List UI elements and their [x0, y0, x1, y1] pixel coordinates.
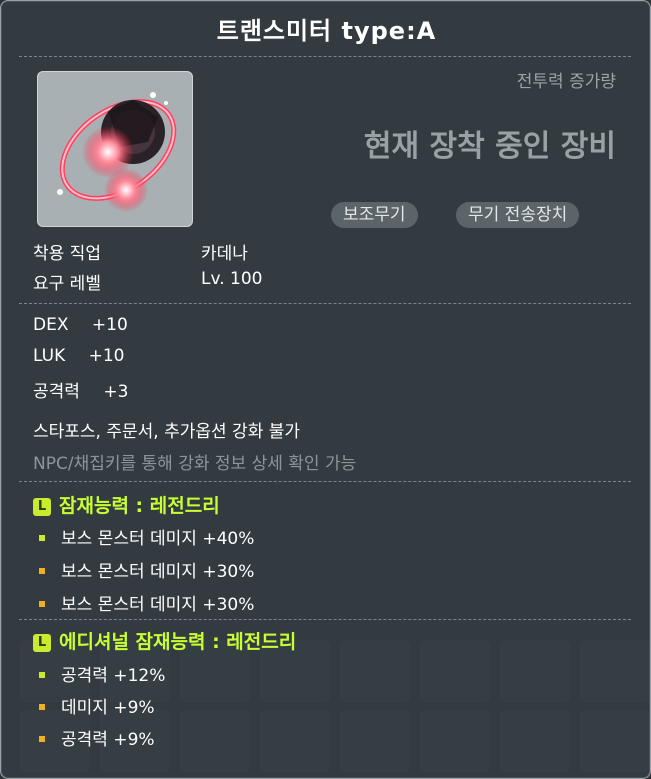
potential-line-text: 보스 몬스터 데미지 +30% — [61, 562, 255, 582]
stat-name: LUK — [33, 346, 66, 366]
equipped-status: 현재 장착 중인 장비 — [363, 129, 616, 164]
additional-line-text: 데미지 +9% — [61, 698, 155, 718]
bullet-icon — [39, 736, 45, 742]
divider — [19, 481, 631, 482]
potential-line: 보스 몬스터 데미지 +40% — [39, 524, 254, 549]
potential-title-text: 잠재능력 : 레전드리 — [59, 495, 220, 517]
divider — [19, 56, 631, 57]
combat-power-label: 전투력 증가량 — [516, 72, 616, 92]
required-job-value: 카데나 — [201, 244, 248, 264]
bullet-icon — [39, 535, 45, 541]
additional-potential-line: 데미지 +9% — [39, 693, 155, 718]
stat-attack: 공격력 +3 — [33, 377, 128, 402]
additional-potential-title-text: 에디셔널 잠재능력 : 레전드리 — [59, 631, 297, 653]
tag-weapon-transmitter: 무기 전송장치 — [456, 202, 580, 228]
item-name: 트랜스미터 type:A — [216, 17, 437, 45]
npc-hint-note: NPC/채집키를 통해 강화 정보 상세 확인 가능 — [33, 454, 357, 474]
bullet-icon — [39, 704, 45, 710]
tag-secondary-weapon: 보조무기 — [331, 202, 418, 228]
divider — [19, 619, 631, 620]
bullet-icon — [39, 601, 45, 607]
potential-line: 보스 몬스터 데미지 +30% — [39, 590, 254, 615]
stat-value: +10 — [88, 346, 125, 366]
required-level-value: Lv. 100 — [201, 269, 263, 289]
required-job-label: 착용 직업 — [33, 244, 101, 264]
stat-luk: LUK +10 — [33, 346, 125, 366]
transmitter-item-icon — [57, 92, 177, 212]
required-level-label: 요구 레벨 — [33, 274, 101, 294]
stat-value: +10 — [91, 315, 128, 335]
item-icon-frame — [37, 71, 193, 227]
divider — [19, 303, 631, 304]
additional-potential-line: 공격력 +12% — [39, 661, 165, 686]
legendary-grade-icon: L — [33, 498, 51, 516]
potential-line: 보스 몬스터 데미지 +30% — [39, 557, 254, 582]
stat-value: +3 — [103, 382, 129, 402]
additional-potential-title: L 에디셔널 잠재능력 : 레전드리 — [33, 627, 296, 654]
stat-name: 공격력 — [33, 382, 80, 402]
bullet-icon — [39, 568, 45, 574]
stat-name: DEX — [33, 315, 69, 335]
additional-line-text: 공격력 +9% — [61, 730, 155, 750]
stat-dex: DEX +10 — [33, 315, 128, 335]
potential-line-text: 보스 몬스터 데미지 +30% — [61, 595, 255, 615]
potential-line-text: 보스 몬스터 데미지 +40% — [61, 529, 255, 549]
additional-line-text: 공격력 +12% — [61, 666, 166, 686]
no-enhance-note: 스타포스, 주문서, 추가옵션 강화 불가 — [33, 422, 301, 442]
additional-potential-line: 공격력 +9% — [39, 725, 155, 750]
item-tooltip: 트랜스미터 type:A 전투력 증가량 현재 장착 중인 장비 보조무기 무기… — [0, 0, 651, 779]
potential-title: L 잠재능력 : 레전드리 — [33, 491, 220, 518]
bullet-icon — [39, 672, 45, 678]
legendary-grade-icon: L — [33, 634, 51, 652]
